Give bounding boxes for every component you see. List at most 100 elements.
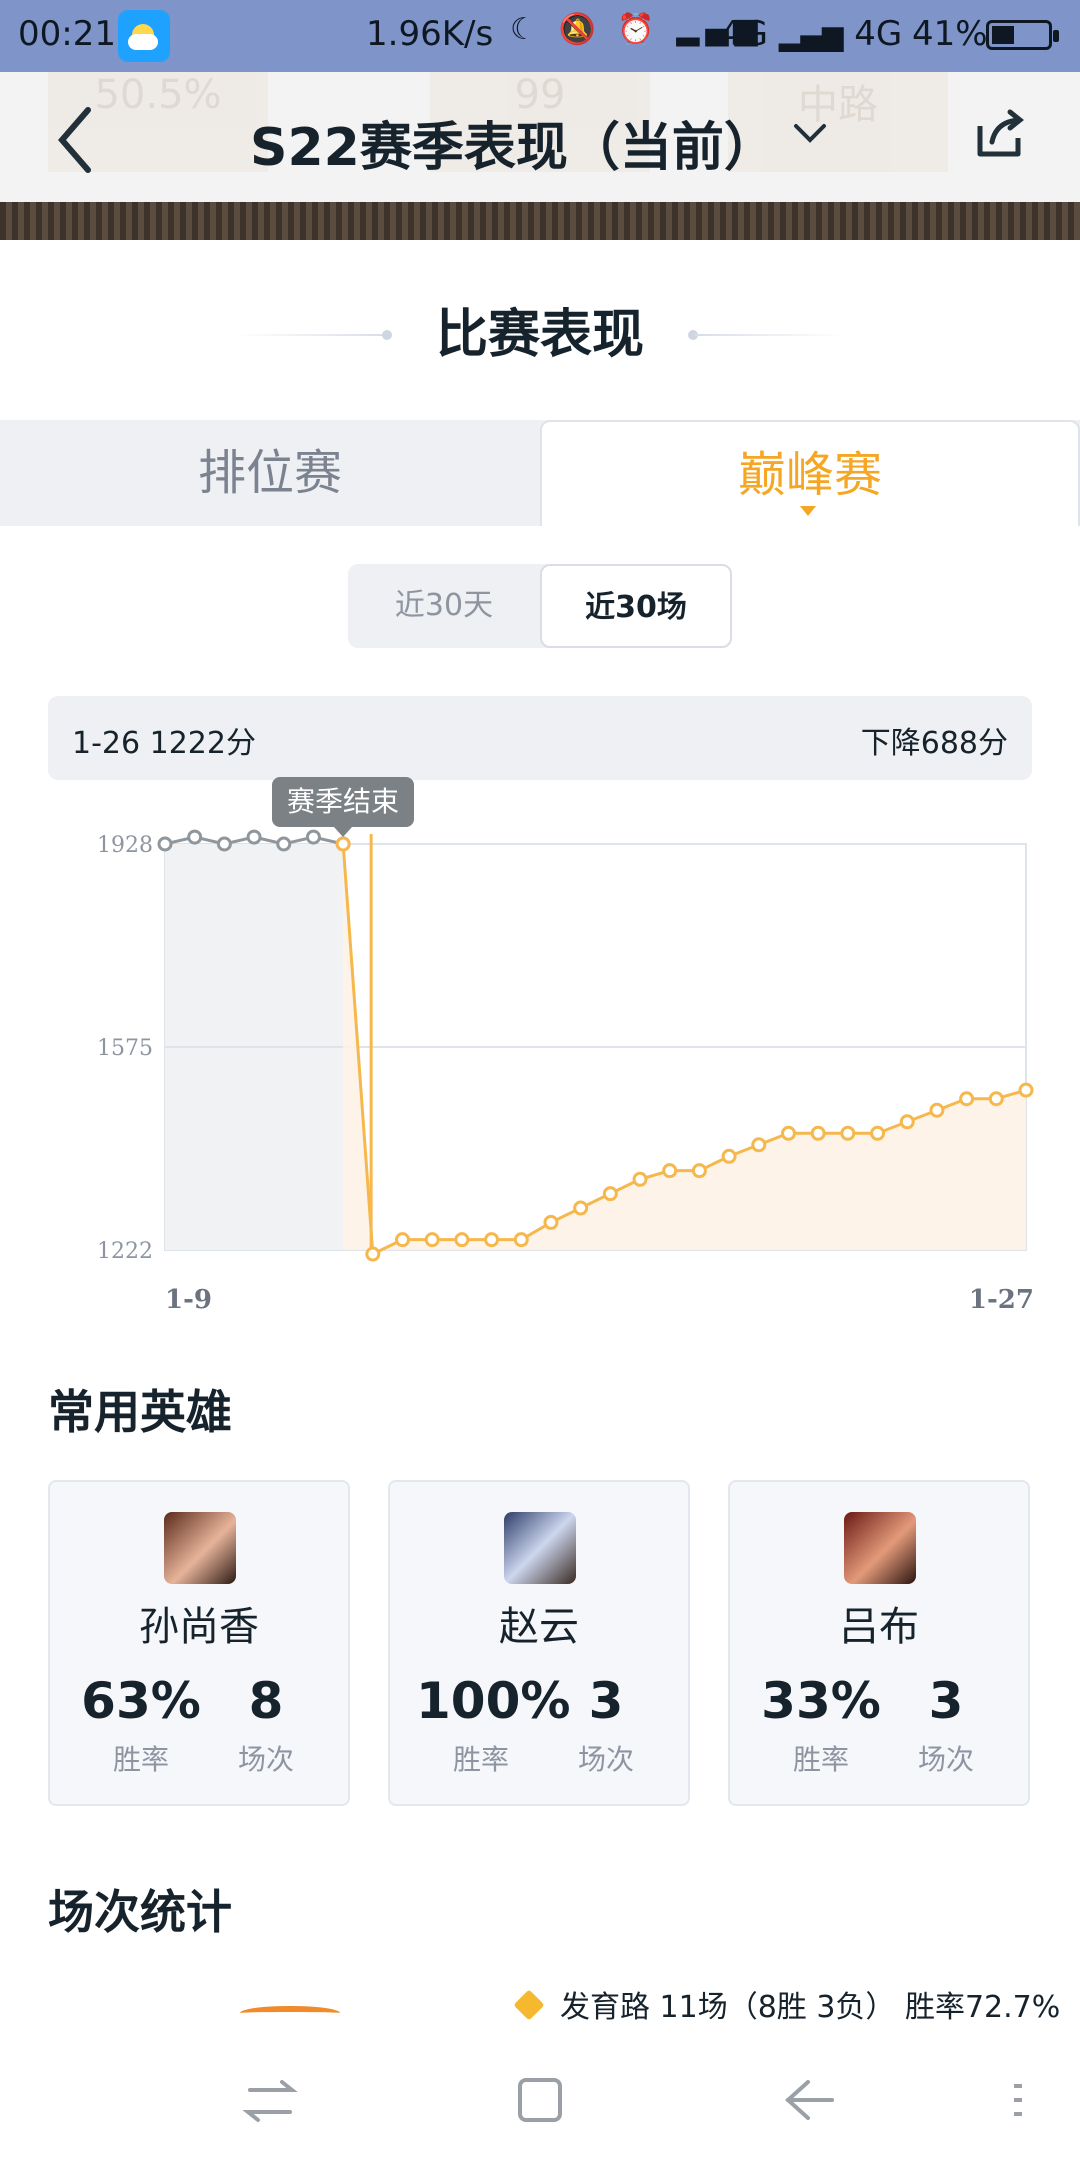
status-time: 00:21 xyxy=(18,14,116,54)
data-point xyxy=(216,836,232,852)
summary-change: 下降688分 xyxy=(860,726,1008,761)
signal-icon-2: ▂▄▆ xyxy=(778,19,844,52)
header-band xyxy=(0,202,1080,240)
tab-ranked[interactable]: 排位赛 xyxy=(0,420,540,526)
moon-icon: ☾ xyxy=(510,12,543,47)
mode-tabs: 排位赛 巅峰赛 xyxy=(0,420,1080,526)
data-point xyxy=(751,1137,767,1153)
data-point xyxy=(602,1186,618,1202)
data-point xyxy=(929,1102,945,1118)
data-point xyxy=(988,1091,1004,1107)
tab-peak[interactable]: 巅峰赛 xyxy=(540,420,1080,526)
data-point xyxy=(1018,1082,1034,1098)
data-point xyxy=(780,1125,796,1141)
switch-button[interactable] xyxy=(230,2060,310,2140)
hero-name: 赵云 xyxy=(499,1604,579,1650)
network-label-2: 4G xyxy=(854,14,903,54)
data-point xyxy=(810,1125,826,1141)
battery-level-fill xyxy=(992,26,1014,44)
home-button[interactable] xyxy=(500,2060,580,2140)
data-point xyxy=(454,1232,470,1248)
data-point xyxy=(365,1246,381,1262)
data-point xyxy=(632,1171,648,1187)
data-point xyxy=(870,1125,886,1141)
mute-icon: 🔕 xyxy=(558,12,602,47)
legend-marker-icon xyxy=(513,1989,545,2021)
hero-games-label: 场次 xyxy=(237,1743,294,1776)
hero-avatar xyxy=(844,1512,916,1584)
network-type: 4G ▂▄▆ 4G xyxy=(720,14,902,54)
hero-games-label: 场次 xyxy=(577,1743,634,1776)
data-point xyxy=(484,1232,500,1248)
weather-icon xyxy=(118,10,170,62)
heroes-title: 常用英雄 xyxy=(48,1385,232,1439)
y-tick-label: 1928 xyxy=(97,833,153,858)
summary-date-score: 1-26 1222分 xyxy=(72,726,256,761)
title-dropdown[interactable] xyxy=(790,112,830,152)
hero-card[interactable]: 吕布 33% 3 胜率 场次 xyxy=(728,1480,1030,1806)
hero-win-rate: 100% xyxy=(416,1672,571,1730)
hero-avatar xyxy=(164,1512,236,1584)
status-bar: 00:21 1.96K/s ☾ 🔕 ⏰ ▂▄▆ 4G ▂▄▆ 4G 41% xyxy=(0,0,1080,72)
back-nav-icon xyxy=(785,2080,834,2120)
hero-name: 吕布 xyxy=(839,1604,919,1650)
home-square-icon xyxy=(518,2078,562,2122)
hero-avatar xyxy=(504,1512,576,1584)
data-point xyxy=(424,1232,440,1248)
navigation-bar xyxy=(0,2040,1080,2160)
y-tick-label: 1575 xyxy=(97,1036,153,1061)
range-30-days[interactable]: 近30天 xyxy=(348,564,540,648)
hero-name: 孙尚香 xyxy=(139,1604,259,1650)
data-point xyxy=(305,829,321,845)
data-point xyxy=(573,1200,589,1216)
share-icon xyxy=(977,109,1025,157)
data-point xyxy=(959,1091,975,1107)
data-point xyxy=(721,1148,737,1164)
season-end-tooltip: 赛季结束 xyxy=(272,777,414,837)
back-arrow-icon xyxy=(58,107,91,173)
hero-games: 8 xyxy=(248,1672,284,1730)
menu-button[interactable] xyxy=(1000,2060,1080,2140)
data-point xyxy=(276,836,292,852)
switch-icon xyxy=(242,2080,298,2122)
network-label-1: 4G xyxy=(720,14,768,54)
section-title: 比赛表现 xyxy=(435,305,644,365)
hero-win-rate-label: 胜率 xyxy=(452,1743,509,1776)
lane-legend: 发育路 11场（8胜 3负） 胜率72.7% xyxy=(560,1990,1061,2025)
hero-games-label: 场次 xyxy=(917,1743,974,1776)
data-point xyxy=(246,829,262,845)
back-button[interactable] xyxy=(50,100,110,180)
score-summary: 1-26 1222分 下降688分 xyxy=(48,696,1032,780)
data-point xyxy=(899,1114,915,1130)
hero-win-rate: 33% xyxy=(761,1672,881,1730)
y-tick-label: 1222 xyxy=(97,1239,153,1264)
hero-games: 3 xyxy=(588,1672,624,1730)
alarm-icon: ⏰ xyxy=(617,12,661,47)
range-toggle: 近30天 近30场 xyxy=(348,564,732,648)
net-speed: 1.96K/s xyxy=(366,14,494,54)
hero-win-rate: 63% xyxy=(81,1672,201,1730)
tab-peak-label: 巅峰赛 xyxy=(737,447,882,503)
data-point xyxy=(157,836,173,852)
hero-games: 3 xyxy=(928,1672,964,1730)
chevron-down-icon xyxy=(794,124,826,143)
score-chart: 1928 1575 1222 1-9 1-27 xyxy=(97,829,1034,1315)
share-button[interactable] xyxy=(972,108,1030,162)
data-point xyxy=(691,1163,707,1179)
hero-card[interactable]: 孙尚香 63% 8 胜率 场次 xyxy=(48,1480,350,1806)
data-point xyxy=(395,1232,411,1248)
range-30-games[interactable]: 近30场 xyxy=(540,564,732,648)
hero-card[interactable]: 赵云 100% 3 胜率 场次 xyxy=(388,1480,690,1806)
lane-pie-chart xyxy=(240,2006,340,2020)
battery-percent: 41% xyxy=(912,14,988,54)
hero-win-rate-label: 胜率 xyxy=(792,1743,849,1776)
decor-line xyxy=(695,334,845,336)
hero-win-rate-label: 胜率 xyxy=(112,1743,169,1776)
data-point xyxy=(662,1163,678,1179)
back-nav-button[interactable] xyxy=(770,2060,850,2140)
data-point xyxy=(187,829,203,845)
tab-indicator-icon xyxy=(800,506,816,516)
x-tick-label: 1-9 xyxy=(165,1285,212,1315)
x-tick-label: 1-27 xyxy=(969,1285,1034,1315)
page-title[interactable]: S22赛季表现（当前） xyxy=(250,105,776,180)
